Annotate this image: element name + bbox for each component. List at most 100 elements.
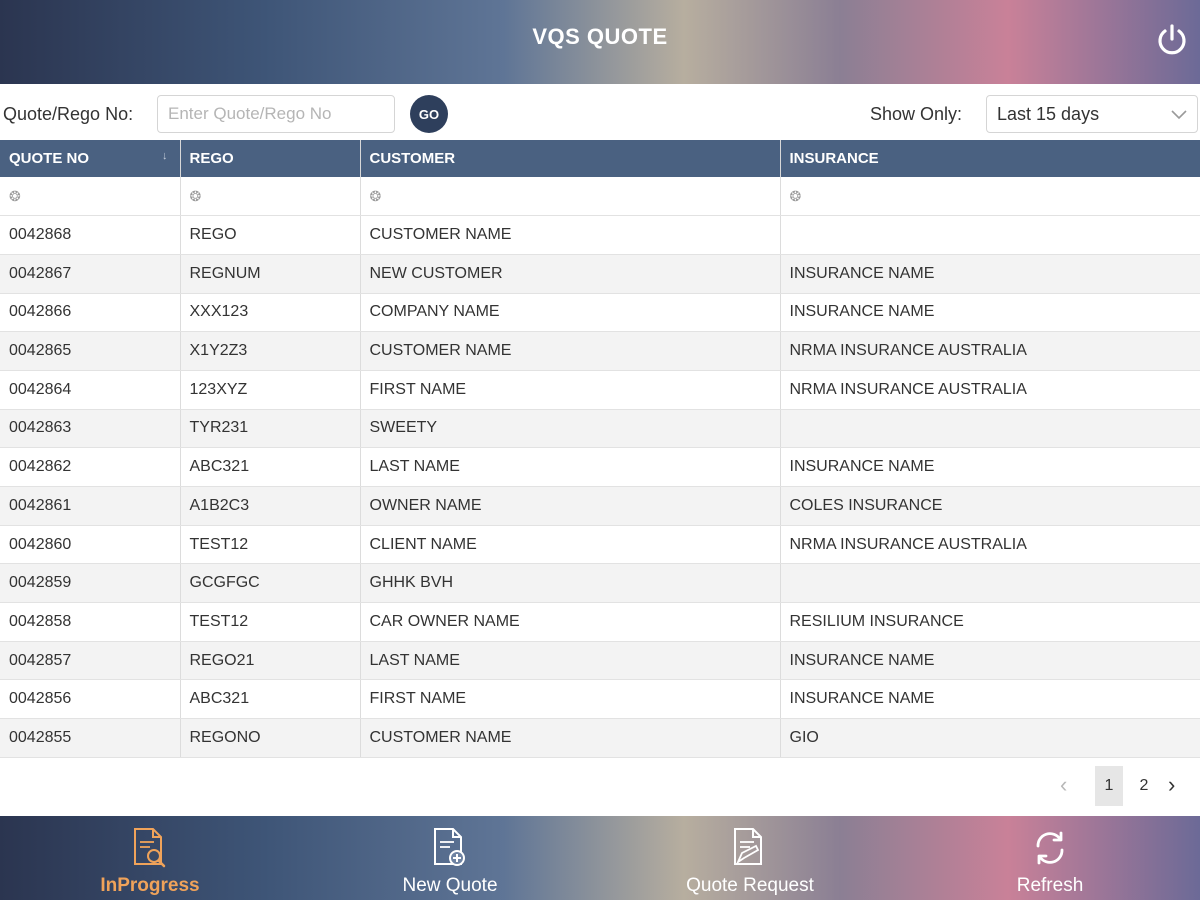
inprogress-document-search-icon	[130, 826, 170, 870]
column-header-insurance[interactable]: INSURANCE	[780, 140, 1200, 177]
cell-customer: FIRST NAME	[360, 370, 781, 410]
column-header-quote-no[interactable]: QUOTE NO ↓	[0, 140, 181, 177]
filter-row: ❂ ❂ ❂ ❂	[0, 177, 1200, 217]
cell-customer: CAR OWNER NAME	[360, 602, 781, 642]
cell-insurance: INSURANCE NAME	[780, 641, 1200, 681]
cell-insurance: INSURANCE NAME	[780, 254, 1200, 294]
show-only-label: Show Only:	[870, 104, 963, 124]
table-row[interactable]: 0042861 A1B2C3 OWNER NAME COLES INSURANCE	[0, 486, 1200, 526]
table-row[interactable]: 0042863 TYR231 SWEETY	[0, 409, 1200, 449]
tab-label: InProgress	[100, 875, 200, 896]
show-only-selected-value: Last 15 days	[997, 103, 1100, 124]
cell-customer: LAST NAME	[360, 641, 781, 681]
tab-refresh[interactable]: Refresh	[950, 816, 1150, 900]
cell-quote-no: 0042861	[0, 486, 181, 526]
filter-cell-insurance[interactable]: ❂	[780, 177, 1200, 217]
cell-insurance	[780, 409, 1200, 449]
tab-new-quote[interactable]: New Quote	[350, 816, 550, 900]
chevron-left-icon[interactable]: ‹	[1060, 772, 1067, 798]
cell-customer: SWEETY	[360, 409, 781, 449]
go-button[interactable]: GO	[410, 95, 448, 133]
cell-rego: A1B2C3	[180, 486, 361, 526]
column-header-rego[interactable]: REGO	[180, 140, 361, 177]
refresh-icon	[1030, 826, 1070, 870]
cell-quote-no: 0042867	[0, 254, 181, 294]
cell-rego: REGO	[180, 215, 361, 255]
quote-request-document-edit-icon	[730, 826, 770, 870]
cell-customer: CUSTOMER NAME	[360, 331, 781, 371]
table-row[interactable]: 0042867 REGNUM NEW CUSTOMER INSURANCE NAME	[0, 254, 1200, 294]
cell-rego: X1Y2Z3	[180, 331, 361, 371]
table-row[interactable]: 0042858 TEST12 CAR OWNER NAME RESILIUM INSU…	[0, 602, 1200, 642]
search-bar: Quote/Rego No: GO Show Only: Last 15 day…	[0, 84, 1200, 140]
cell-customer: FIRST NAME	[360, 679, 781, 720]
table-row[interactable]: 0042866 XXX123 COMPANY NAME INSURANCE NAME	[0, 293, 1200, 333]
table-row[interactable]: 0042864 123XYZ FIRST NAME NRMA INSURANCE AU…	[0, 370, 1200, 410]
cell-rego: XXX123	[180, 293, 361, 333]
filter-cell-rego[interactable]: ❂	[180, 177, 361, 217]
cell-insurance: COLES INSURANCE	[780, 486, 1200, 526]
cell-insurance: INSURANCE NAME	[780, 679, 1200, 720]
top-bar: VQS QUOTE	[0, 0, 1200, 84]
filter-cell-quote-no[interactable]: ❂	[0, 177, 181, 217]
sort-arrow-icon: ↓	[162, 150, 168, 162]
cell-rego: REGNUM	[180, 254, 361, 294]
cell-insurance: GIO	[780, 718, 1200, 758]
filter-cell-customer[interactable]: ❂	[360, 177, 781, 217]
cell-quote-no: 0042857	[0, 641, 181, 681]
cell-insurance: INSURANCE NAME	[780, 447, 1200, 487]
table-row[interactable]: 0042855 REGONO CUSTOMER NAME GIO	[0, 718, 1200, 758]
app-title: VQS QUOTE	[532, 24, 668, 49]
new-quote-document-add-icon	[430, 826, 470, 870]
cell-quote-no: 0042863	[0, 409, 181, 449]
table-row[interactable]: 0042857 REGO21 LAST NAME INSURANCE NAME	[0, 641, 1200, 681]
filter-icon: ❂	[369, 187, 382, 204]
cell-rego: REGO21	[180, 641, 361, 681]
cell-rego: GCGFGC	[180, 563, 361, 604]
cell-rego: ABC321	[180, 679, 361, 720]
column-header-label: QUOTE NO	[9, 150, 90, 167]
cell-quote-no: 0042859	[0, 563, 181, 604]
cell-quote-no: 0042860	[0, 525, 181, 565]
table-row[interactable]: 0042859 GCGFGC GHHK BVH	[0, 563, 1200, 604]
cell-quote-no: 0042868	[0, 215, 181, 255]
tab-label: Quote Request	[686, 875, 814, 896]
table-row[interactable]: 0042856 ABC321 FIRST NAME INSURANCE NAME	[0, 679, 1200, 720]
power-icon[interactable]	[1154, 22, 1190, 58]
cell-quote-no: 0042865	[0, 331, 181, 371]
page-2-button[interactable]: 2	[1130, 766, 1158, 806]
table-header-row: QUOTE NO ↓ REGO CUSTOMER INSURANCE	[0, 140, 1200, 177]
table-row[interactable]: 0042865 X1Y2Z3 CUSTOMER NAME NRMA INSURANCE…	[0, 331, 1200, 371]
cell-insurance: NRMA INSURANCE AUSTRALIA	[780, 331, 1200, 371]
show-only-select[interactable]: Last 15 days	[986, 95, 1198, 133]
cell-rego: 123XYZ	[180, 370, 361, 410]
tab-inprogress[interactable]: InProgress	[50, 816, 250, 900]
cell-rego: REGONO	[180, 718, 361, 758]
cell-insurance: NRMA INSURANCE AUSTRALIA	[780, 370, 1200, 410]
cell-quote-no: 0042858	[0, 602, 181, 642]
cell-customer: CUSTOMER NAME	[360, 215, 781, 255]
quote-rego-input[interactable]	[157, 95, 395, 133]
cell-customer: NEW CUSTOMER	[360, 254, 781, 294]
cell-rego: TEST12	[180, 602, 361, 642]
table-row[interactable]: 0042860 TEST12 CLIENT NAME NRMA INSURANCE A…	[0, 525, 1200, 565]
filter-icon: ❂	[9, 187, 21, 204]
cell-quote-no: 0042866	[0, 293, 181, 333]
cell-rego: TYR231	[180, 409, 361, 449]
cell-customer: GHHK BVH	[360, 563, 781, 604]
cell-insurance: INSURANCE NAME	[780, 293, 1200, 333]
column-header-customer[interactable]: CUSTOMER	[360, 140, 781, 177]
cell-customer: COMPANY NAME	[360, 293, 781, 333]
tab-label: Refresh	[1016, 875, 1084, 896]
cell-rego: ABC321	[180, 447, 361, 487]
cell-insurance: NRMA INSURANCE AUSTRALIA	[780, 525, 1200, 565]
chevron-right-icon[interactable]: ›	[1168, 772, 1175, 798]
page-1-button[interactable]: 1	[1095, 766, 1123, 806]
tab-quote-request[interactable]: Quote Request	[650, 816, 850, 900]
cell-rego: TEST12	[180, 525, 361, 565]
cell-quote-no: 0042864	[0, 370, 181, 410]
cell-customer: CUSTOMER NAME	[360, 718, 781, 758]
tab-label: New Quote	[402, 875, 498, 896]
table-row[interactable]: 0042862 ABC321 LAST NAME INSURANCE NAME	[0, 447, 1200, 487]
table-row[interactable]: 0042868 REGO CUSTOMER NAME	[0, 215, 1200, 255]
